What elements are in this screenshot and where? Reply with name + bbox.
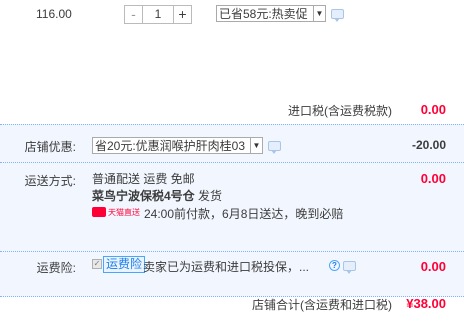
insurance-value: 0.00 bbox=[420, 259, 446, 274]
shop-total-value: ¥38.00 bbox=[406, 296, 446, 311]
discount-info-icon[interactable] bbox=[268, 141, 281, 154]
divider bbox=[0, 162, 464, 163]
shipping-insurance-badge: 运费险 bbox=[103, 256, 146, 273]
shipping-method: 普通配送 运费 免邮 bbox=[92, 172, 195, 186]
shop-discount-label: 店铺优惠: bbox=[24, 140, 76, 154]
import-tax-label: 进口税(含运费税款) bbox=[288, 104, 392, 118]
promotion-info-icon[interactable] bbox=[331, 9, 344, 22]
shop-discount-select[interactable]: 省20元:优惠润喉护肝肉桂03 ▼ bbox=[92, 137, 263, 154]
shop-discount-selected: 省20元:优惠润喉护肝肉桂03 bbox=[95, 139, 246, 153]
quantity-stepper: - 1 + bbox=[124, 5, 192, 24]
item-promotion-select[interactable]: 已省58元:热卖促 ▼ bbox=[216, 5, 326, 22]
chevron-down-icon: ▼ bbox=[250, 138, 262, 153]
insurance-checkbox[interactable]: ✓ bbox=[92, 259, 102, 269]
chevron-down-icon: ▼ bbox=[313, 6, 325, 21]
divider bbox=[0, 251, 464, 252]
increase-quantity-button[interactable]: + bbox=[173, 5, 192, 24]
item-price: 116.00 bbox=[36, 7, 72, 21]
shipping-warehouse: 菜鸟宁波保税4号仓 bbox=[92, 189, 195, 203]
insurance-chat-icon[interactable] bbox=[343, 261, 356, 274]
shop-discount-value: -20.00 bbox=[411, 138, 446, 152]
shipping-dispatch: 发货 bbox=[198, 189, 223, 203]
shop-total-label: 店铺合计(含运费和进口税) bbox=[252, 298, 392, 312]
shipping-fee-value: 0.00 bbox=[420, 171, 446, 186]
insurance-label: 运费险: bbox=[36, 261, 76, 275]
shipping-warehouse-line: 菜鸟宁波保税4号仓 发货 bbox=[92, 188, 222, 205]
decrease-quantity-button[interactable]: - bbox=[124, 5, 143, 24]
tmall-direct-label: 天猫直送 bbox=[108, 207, 140, 217]
quantity-input[interactable]: 1 bbox=[143, 5, 173, 24]
help-icon[interactable]: ? bbox=[329, 260, 340, 271]
tmall-cat-icon bbox=[92, 207, 106, 217]
import-tax-value: 0.00 bbox=[420, 102, 446, 117]
delivery-promise: 24:00前付款，6月8日送达，晚到必赔 bbox=[144, 207, 344, 221]
tmall-direct-badge: 天猫直送 bbox=[92, 206, 140, 218]
item-promotion-selected: 已省58元:热卖促 bbox=[219, 7, 308, 21]
insurance-description: 卖家已为运费和进口税投保，... bbox=[143, 260, 310, 274]
shipping-label: 运送方式: bbox=[24, 174, 76, 188]
